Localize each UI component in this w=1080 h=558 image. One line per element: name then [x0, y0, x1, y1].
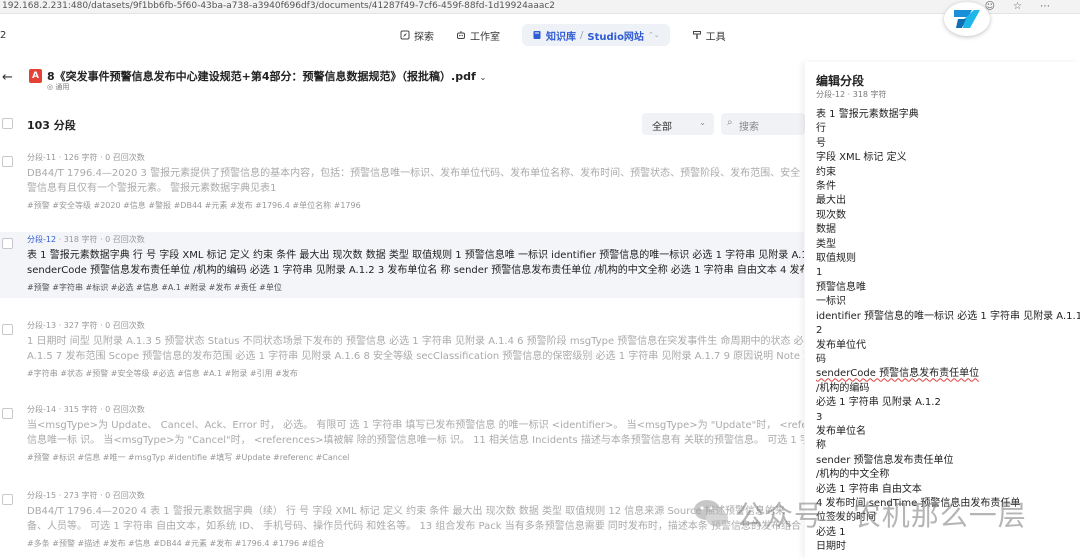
sidebar-edge-label: 2 [0, 30, 7, 41]
segment-meta: 分段-14 · 315 字符 · 0 召回次数 [27, 405, 145, 414]
segment-meta: 分段-13 · 327 字符 · 0 召回次数 [27, 321, 145, 330]
tools-icon [692, 31, 701, 39]
segment-meta: 分段-12 · 318 字符 · 0 召回次数 [27, 235, 145, 244]
nav-knowledge[interactable]: 知识库 [546, 28, 576, 43]
segment-card-selected[interactable]: 分段-12 · 318 字符 · 0 召回次数 表 1 警报元素数据字典 行 号… [0, 232, 804, 298]
segment-content-editor[interactable]: 表 1 警报元素数据字典 行 号 字段 XML 标记 定义 约束 条件 最大出 … [816, 108, 1080, 555]
nav-studio[interactable]: 工作室 [456, 24, 500, 46]
browser-address-bar[interactable]: 192.168.2.231:480/datasets/9f1bb6fb-5f60… [0, 0, 1080, 14]
segment-checkbox[interactable] [2, 156, 13, 167]
panel-title: 编辑分段 [816, 74, 865, 88]
document-header: ← A 8《突发事件预警信息发布中心建设规范+第4部分：预警信息数据规范》（报批… [0, 66, 800, 96]
nav-studio-site[interactable]: Studio网站 [587, 28, 644, 43]
segment-card[interactable]: 分段-11 · 126 字符 · 0 召回次数 DB44/T 1796.4—20… [0, 150, 804, 216]
segment-checkbox[interactable] [2, 324, 13, 335]
chevron-down-icon: ⌄ [699, 118, 706, 127]
nav-knowledge-pill: 知识库 / Studio网站 ⌃⌄ [522, 24, 670, 46]
segment-content: 1 日期时 间型 见附录 A.1.3 5 预警状态 Status 不同状态场景下… [27, 336, 804, 362]
filter-value: 全部 [652, 122, 672, 133]
nav-tools-label: 工具 [705, 31, 726, 43]
select-all-checkbox[interactable] [2, 118, 13, 129]
url-text[interactable]: 192.168.2.231:480/datasets/9f1bb6fb-5f60… [2, 0, 555, 12]
document-title[interactable]: 8《突发事件预警信息发布中心建设规范+第4部分：预警信息数据规范》（报批稿）.p… [47, 68, 486, 84]
segment-keywords: #预警 #安全等级 #2020 #信息 #警报 #DB44 #元素 #发布 #1… [27, 201, 361, 210]
segment-content: DB44/T 1796.4—2020 4 表 1 警报元素数据字典（续） 行 号… [27, 506, 802, 532]
nav-separator: / [580, 29, 584, 41]
star-icon[interactable]: ☆ [1013, 2, 1022, 12]
wechat-logo-icon [694, 500, 728, 527]
segment-keywords: #多条 #预警 #描述 #发布 #信息 #DB44 #元素 #发布 #1796.… [27, 539, 325, 548]
extension-logo-icon[interactable] [944, 2, 990, 36]
nav-explore-label: 探索 [414, 31, 434, 43]
segment-card[interactable]: 分段-13 · 327 字符 · 0 召回次数 1 日期时 间型 见附录 A.1… [0, 318, 804, 384]
browser-toolbar: ☺ ☆ ⋯ [985, 0, 1050, 14]
segment-content: 当<msgType>为 Update、 Cancel、Ack、Error 时， … [27, 420, 804, 446]
segment-card[interactable]: 分段-14 · 315 字符 · 0 召回次数 当<msgType>为 Upda… [0, 402, 804, 468]
nav-tools[interactable]: 工具 [692, 24, 726, 46]
search-input[interactable]: ⌕ 搜索 [721, 113, 805, 135]
segment-checkbox[interactable] [2, 408, 13, 419]
nav-switch-icon[interactable]: ⌃⌄ [648, 31, 660, 39]
watermark-text: 公众号 · 农机那么一层 [736, 499, 1027, 532]
edit-segment-panel: 编辑分段 分段-12 · 318 字符 表 1 警报元素数据字典 行 号 字段 … [805, 62, 1080, 558]
segment-meta: 分段-15 · 273 字符 · 0 召回次数 [27, 491, 145, 500]
segment-checkbox[interactable] [2, 494, 13, 505]
segment-count: 103 分段 [27, 119, 76, 132]
search-icon: ⌕ [727, 117, 733, 128]
segment-meta: 分段-11 · 126 字符 · 0 召回次数 [27, 153, 145, 162]
more-icon[interactable]: ⋯ [1040, 2, 1050, 12]
compass-icon [400, 30, 410, 40]
segment-content: DB44/T 1796.4—2020 3 警报元素提供了预警信息的基本内容，包括… [27, 168, 801, 194]
segment-keywords: #字符串 #状态 #预警 #安全等级 #必选 #信息 #A.1 #附录 #引用 … [27, 369, 298, 378]
segment-keywords: #预警 #标识 #信息 #唯一 #msgTyp #identifie #填写 #… [27, 453, 350, 462]
segment-card[interactable]: 分段-15 · 273 字符 · 0 召回次数 DB44/T 1796.4—20… [0, 488, 804, 554]
segment-keywords: #预警 #字符串 #标识 #必选 #信息 #A.1 #附录 #发布 #责任 #单… [27, 283, 282, 292]
watermark: 公众号 · 农机那么一层 [692, 494, 1027, 534]
robot-icon [457, 31, 465, 39]
top-navigation: 探索 工作室 知识库 / Studio网站 ⌃⌄ 工具 [400, 24, 748, 46]
nav-studio-label: 工作室 [470, 31, 500, 43]
document-mode: ◎ 通用 [47, 83, 70, 91]
segments-toolbar: 103 分段 全部 ⌄ ⌕ 搜索 [0, 112, 805, 136]
status-filter-select[interactable]: 全部 ⌄ [642, 113, 714, 135]
back-arrow-icon[interactable]: ← [2, 70, 13, 85]
panel-meta: 分段-12 · 318 字符 [816, 90, 887, 99]
pdf-file-icon: A [29, 69, 42, 83]
book-icon [533, 31, 541, 39]
nav-explore[interactable]: 探索 [400, 24, 434, 46]
segment-content: 表 1 警报元素数据字典 行 号 字段 XML 标记 定义 约束 条件 最大出 … [27, 250, 804, 276]
search-placeholder: 搜索 [739, 122, 759, 133]
chevron-down-icon[interactable]: ⌄ [480, 73, 487, 82]
segment-checkbox[interactable] [2, 238, 13, 249]
